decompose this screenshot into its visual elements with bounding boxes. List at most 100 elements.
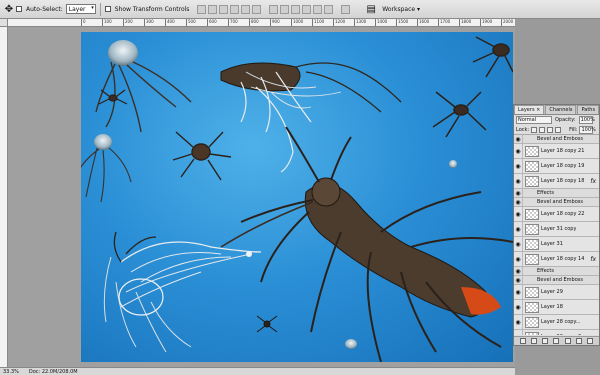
fill-field[interactable]: 100% — [579, 125, 596, 134]
spider-tiny-bottom — [256, 315, 278, 333]
eye-icon[interactable]: ◉ — [514, 300, 523, 314]
spider-right — [432, 91, 487, 138]
lock-transparent-button[interactable] — [531, 126, 538, 133]
eye-icon[interactable]: ◉ — [514, 135, 523, 143]
ruler-tick-label: 1400 — [375, 19, 387, 26]
blend-mode-select[interactable]: Normal — [516, 116, 552, 124]
layer-effect-row[interactable]: ◉ Effects — [514, 189, 599, 198]
panel-tabs: Layers × Channels Paths — [514, 105, 600, 115]
layer-row[interactable]: ◉ Layer 18 copy 19 — [514, 159, 599, 174]
panel-tab[interactable]: Channels — [545, 105, 577, 114]
layer-row[interactable]: ◉ Layer 18 copy 22 — [514, 207, 599, 222]
eye-icon[interactable]: ◉ — [514, 237, 523, 251]
align-vertical-centers-button[interactable] — [208, 4, 218, 14]
eye-icon[interactable]: ◉ — [514, 276, 523, 284]
align-bottom-edges-button[interactable] — [219, 4, 229, 14]
ruler-tick-label: 1800 — [459, 19, 471, 26]
image-canvas[interactable] — [81, 32, 513, 362]
distribute-bottom-button[interactable] — [291, 4, 301, 14]
fx-icon[interactable]: fx — [590, 256, 596, 263]
layer-effect-row[interactable]: ◉ Bevel and Emboss — [514, 276, 599, 285]
layer-row[interactable]: ◉ Layer 31 copy — [514, 222, 599, 237]
ruler-tick-label: 700 — [228, 19, 238, 26]
layer-row[interactable]: ◉ Layer 23 copy 3 — [514, 330, 599, 335]
move-tool-icon[interactable]: ✥ — [2, 2, 16, 16]
ruler-tick-label: 1000 — [291, 19, 303, 26]
layers-panel: Layers × Channels Paths Normal Opacity: 10… — [513, 104, 600, 346]
align-horizontal-centers-button[interactable] — [241, 4, 251, 14]
auto-align-group — [341, 4, 351, 14]
layer-row[interactable]: ◉ Layer 29 — [514, 285, 599, 300]
distribute-left-button[interactable] — [302, 4, 312, 14]
layer-row[interactable]: ◉ Layer 18 copy 21 — [514, 144, 599, 159]
link-layers-button[interactable] — [519, 338, 526, 344]
options-bar: ✥ Auto-Select: Layer ▾ Show Transform Co… — [0, 0, 600, 19]
layer-effect-row[interactable]: ◉ Effects — [514, 267, 599, 276]
document-info[interactable]: Doc: 22.0M/208.0M — [29, 369, 78, 375]
layer-name: Effects — [537, 190, 554, 196]
opacity-field[interactable]: 100% — [578, 116, 595, 124]
auto-align-layers-button[interactable] — [341, 4, 351, 14]
eye-icon[interactable]: ◉ — [514, 315, 523, 329]
lock-image-button[interactable] — [539, 126, 546, 133]
eye-icon[interactable]: ◉ — [514, 252, 523, 266]
lock-label: Lock: — [516, 126, 530, 133]
ruler-tick-label: 100 — [102, 19, 112, 26]
layer-row[interactable]: ◉ Layer 31 — [514, 237, 599, 252]
layer-row[interactable]: ◉ Layer 18 — [514, 300, 599, 315]
new-group-button[interactable] — [564, 338, 571, 344]
show-transform-checkbox[interactable] — [104, 6, 111, 12]
panel-tab[interactable]: Paths — [577, 105, 600, 114]
eye-icon[interactable]: ◉ — [514, 198, 523, 206]
vertical-ruler[interactable] — [0, 27, 8, 367]
auto-select-label: Auto-Select: — [26, 5, 63, 13]
eye-icon[interactable]: ◉ — [514, 207, 523, 221]
panel-tab[interactable]: Layers × — [514, 105, 545, 114]
layer-effect-row[interactable]: ◉ Bevel and Emboss — [514, 198, 599, 207]
lock-row: Lock: Fill: 100% — [514, 125, 599, 135]
distribute-hcenter-button[interactable] — [313, 4, 323, 14]
lock-position-button[interactable] — [547, 126, 554, 133]
ruler-tick-label: 1100 — [312, 19, 324, 26]
distribute-right-button[interactable] — [324, 4, 334, 14]
auto-select-dropdown[interactable]: Layer ▾ — [65, 4, 96, 14]
layer-thumbnail — [525, 301, 539, 313]
add-mask-button[interactable] — [542, 338, 549, 344]
align-buttons — [197, 4, 262, 14]
distribute-buttons — [269, 4, 334, 14]
chevron-down-icon: ▾ — [91, 5, 94, 11]
distribute-top-button[interactable] — [269, 4, 279, 14]
align-left-edges-button[interactable] — [230, 4, 240, 14]
layer-name: Layer 18 copy 19 — [541, 163, 585, 169]
blend-row: Normal Opacity: 100% — [514, 115, 599, 125]
eye-icon[interactable]: ◉ — [514, 285, 523, 299]
distribute-center-button[interactable] — [280, 4, 290, 14]
layer-row[interactable]: ◉ Layer 18 copy 14 fx — [514, 252, 599, 267]
eye-icon[interactable]: ◉ — [514, 330, 523, 335]
layer-row[interactable]: ◉ Layer 18 copy 18 fx — [514, 174, 599, 189]
eye-icon[interactable]: ◉ — [514, 159, 523, 173]
eye-icon[interactable]: ◉ — [514, 189, 523, 197]
fx-icon[interactable]: fx — [590, 178, 596, 185]
workspace-switcher[interactable]: ▤ Workspace ▾ — [364, 2, 420, 16]
horizontal-ruler[interactable]: 0 100 200 300 400 500 600 700 800 900 1000 1100 1200… — [8, 19, 515, 27]
add-style-button[interactable] — [530, 338, 537, 344]
layer-thumbnail — [525, 316, 539, 328]
eye-icon[interactable]: ◉ — [514, 222, 523, 236]
ruler-origin[interactable] — [0, 19, 8, 27]
align-top-edges-button[interactable] — [197, 4, 207, 14]
eye-icon[interactable]: ◉ — [514, 174, 523, 188]
align-right-edges-button[interactable] — [252, 4, 262, 14]
zoom-level[interactable]: 33.3% — [3, 369, 19, 375]
new-layer-button[interactable] — [576, 338, 583, 344]
delete-layer-button[interactable] — [587, 338, 594, 344]
auto-select-checkbox[interactable] — [16, 6, 22, 12]
eye-icon[interactable]: ◉ — [514, 267, 523, 275]
layer-effect-row[interactable]: ◉ Bevel and Emboss — [514, 135, 599, 144]
ruler-tick-label: 400 — [165, 19, 175, 26]
layer-name: Layer 31 copy — [541, 226, 577, 232]
layer-row[interactable]: ◉ Layer 28 copy... — [514, 315, 599, 330]
lock-all-button[interactable] — [555, 126, 562, 133]
eye-icon[interactable]: ◉ — [514, 144, 523, 158]
adjustment-layer-button[interactable] — [553, 338, 560, 344]
